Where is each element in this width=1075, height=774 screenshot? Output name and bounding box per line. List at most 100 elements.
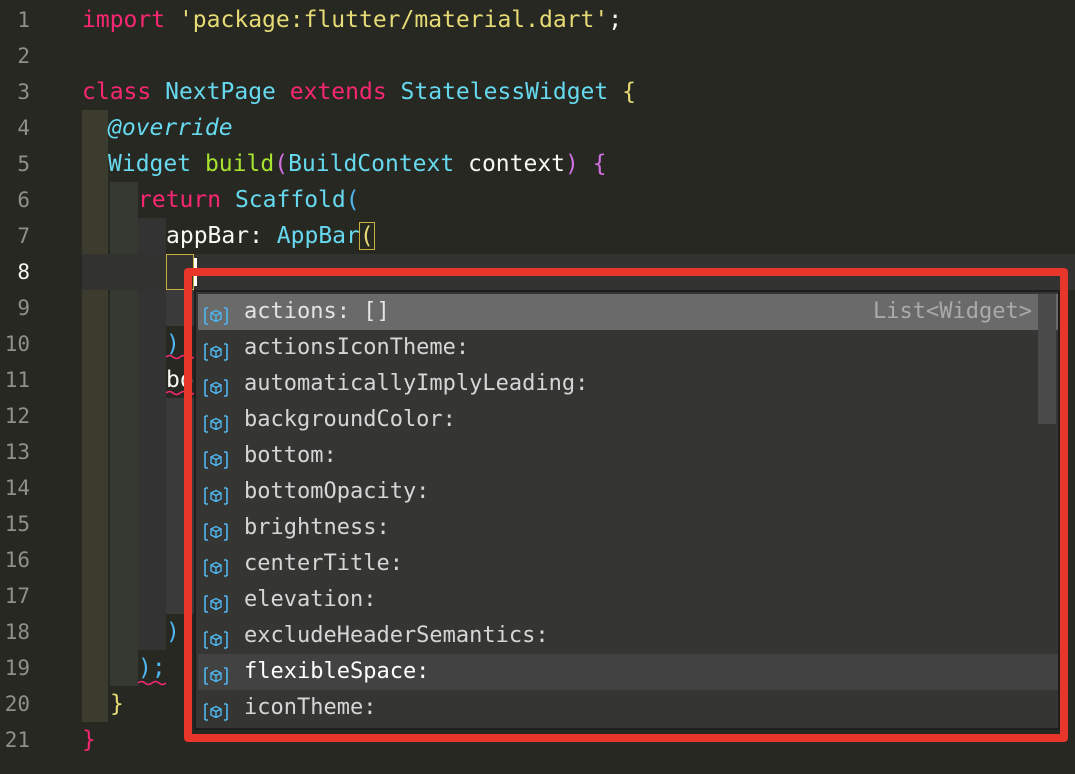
field-cube-icon bbox=[204, 590, 228, 613]
bracket-match-box bbox=[166, 254, 194, 290]
suggestion-item[interactable]: elevation: bbox=[198, 582, 1058, 618]
field-cube-icon bbox=[204, 374, 228, 397]
suggestion-item[interactable]: iconTheme: bbox=[198, 690, 1058, 726]
line-number: 12 bbox=[4, 404, 30, 428]
field-cube-icon bbox=[204, 662, 228, 685]
paren: ) bbox=[565, 151, 579, 177]
suggestion-label: brightness: bbox=[244, 515, 390, 540]
suggestion-label: excludeHeaderSemantics: bbox=[244, 623, 549, 648]
line-number: 3 bbox=[17, 80, 30, 104]
error-squiggle bbox=[138, 680, 166, 686]
code-line-1[interactable]: import 'package:flutter/material.dart'; bbox=[82, 2, 622, 38]
line-number: 14 bbox=[4, 476, 30, 500]
field-cube-icon bbox=[204, 482, 228, 505]
paren: ); bbox=[138, 655, 166, 681]
suggestion-label: flexibleSpace: bbox=[244, 659, 430, 684]
suggestion-item[interactable]: flexibleSpace: bbox=[198, 654, 1058, 690]
error-squiggle bbox=[166, 390, 194, 396]
line-number-gutter: 1 2 3 4 5 6 7 8 9 10 11 12 13 14 15 16 1… bbox=[0, 0, 62, 774]
line-number: 1 bbox=[17, 8, 30, 32]
keyword: class bbox=[82, 79, 152, 105]
field-cube-icon bbox=[204, 626, 228, 649]
suggestion-item[interactable]: excludeHeaderSemantics: bbox=[198, 618, 1058, 654]
property-name: appBar: bbox=[166, 223, 263, 249]
suggestion-label: bottomOpacity: bbox=[244, 479, 430, 504]
brace: } bbox=[82, 727, 96, 753]
brace: { bbox=[622, 79, 636, 105]
indent-guide bbox=[166, 290, 194, 326]
suggestion-item[interactable]: bottom: bbox=[198, 438, 1058, 474]
suggestion-type-detail: List<Widget> bbox=[873, 299, 1032, 324]
autocomplete-suggestion-list[interactable]: actions: [] List<Widget> actionsIconTheme:… bbox=[194, 290, 1060, 730]
keyword: extends bbox=[289, 79, 387, 105]
function-name: build bbox=[204, 151, 275, 177]
field-cube-icon bbox=[204, 410, 228, 433]
line-number: 19 bbox=[4, 656, 30, 680]
error-squiggle bbox=[166, 354, 194, 360]
suggestion-label: iconTheme: bbox=[244, 695, 377, 720]
suggestion-item[interactable]: actions: [] List<Widget> bbox=[198, 294, 1058, 330]
annotation: @override bbox=[108, 115, 233, 141]
code-line-20[interactable]: } bbox=[110, 686, 124, 722]
code-line-6[interactable]: return Scaffold( bbox=[138, 182, 360, 218]
line-number: 16 bbox=[4, 548, 30, 572]
suggestion-label: elevation: bbox=[244, 587, 377, 612]
line-number: 5 bbox=[17, 152, 30, 176]
suggestion-item[interactable]: automaticallyImplyLeading: bbox=[198, 366, 1058, 402]
line-number-active: 8 bbox=[17, 260, 30, 284]
suggestion-item[interactable]: brightness: bbox=[198, 510, 1058, 546]
line-number: 18 bbox=[4, 620, 30, 644]
field-cube-icon bbox=[204, 302, 228, 325]
text-caret bbox=[194, 258, 197, 286]
string-literal: 'package:flutter/material.dart' bbox=[178, 7, 609, 33]
line-number: 11 bbox=[4, 368, 30, 392]
suggestion-scrollbar[interactable] bbox=[1038, 294, 1056, 424]
code-line-4[interactable]: @override bbox=[108, 110, 233, 146]
line-number: 20 bbox=[4, 692, 30, 716]
suggestion-item[interactable]: centerTitle: bbox=[198, 546, 1058, 582]
suggestion-label: actions: [] bbox=[244, 299, 390, 324]
line-number: 10 bbox=[4, 332, 30, 356]
code-line-7[interactable]: appBar: AppBar( bbox=[166, 218, 375, 254]
brace: { bbox=[592, 151, 607, 177]
code-editor[interactable]: 1 2 3 4 5 6 7 8 9 10 11 12 13 14 15 16 1… bbox=[0, 0, 1075, 774]
suggestion-label: backgroundColor: bbox=[244, 407, 456, 432]
class-name: StatelessWidget bbox=[400, 79, 609, 105]
line-number: 17 bbox=[4, 584, 30, 608]
indent-guide bbox=[166, 398, 194, 614]
paren: ( bbox=[345, 187, 360, 213]
type-name: BuildContext bbox=[288, 151, 455, 177]
paren: ( bbox=[274, 151, 289, 177]
line-number: 7 bbox=[17, 224, 30, 248]
brace: } bbox=[110, 691, 124, 717]
line-number: 6 bbox=[17, 188, 30, 212]
suggestion-label: centerTitle: bbox=[244, 551, 403, 576]
code-line-18[interactable]: ) bbox=[166, 614, 180, 650]
code-line-5[interactable]: Widget build(BuildContext context) { bbox=[108, 146, 607, 182]
suggestion-label: automaticallyImplyLeading: bbox=[244, 371, 589, 396]
line-number: 9 bbox=[17, 296, 30, 320]
code-line-3[interactable]: class NextPage extends StatelessWidget { bbox=[82, 74, 636, 110]
type-name: Widget bbox=[108, 151, 192, 177]
class-name: Scaffold bbox=[234, 187, 346, 213]
line-number: 15 bbox=[4, 512, 30, 536]
suggestion-item[interactable]: backgroundColor: bbox=[198, 402, 1058, 438]
keyword: return bbox=[138, 187, 222, 213]
line-number: 13 bbox=[4, 440, 30, 464]
line-number: 4 bbox=[17, 116, 30, 140]
parameter: context bbox=[468, 151, 566, 177]
field-cube-icon bbox=[204, 446, 228, 469]
suggestion-item[interactable]: bottomOpacity: bbox=[198, 474, 1058, 510]
field-cube-icon bbox=[204, 518, 228, 541]
suggestion-label: bottom: bbox=[244, 443, 337, 468]
suggestion-item[interactable]: actionsIconTheme: bbox=[198, 330, 1058, 366]
field-cube-icon bbox=[204, 554, 228, 577]
current-line-highlight bbox=[82, 254, 1075, 290]
class-name: NextPage bbox=[165, 79, 276, 105]
paren: ( bbox=[358, 222, 375, 250]
line-number: 2 bbox=[17, 44, 30, 68]
field-cube-icon bbox=[204, 338, 228, 361]
line-number: 21 bbox=[4, 728, 30, 752]
punctuation: ; bbox=[608, 7, 623, 33]
code-line-21[interactable]: } bbox=[82, 722, 96, 758]
